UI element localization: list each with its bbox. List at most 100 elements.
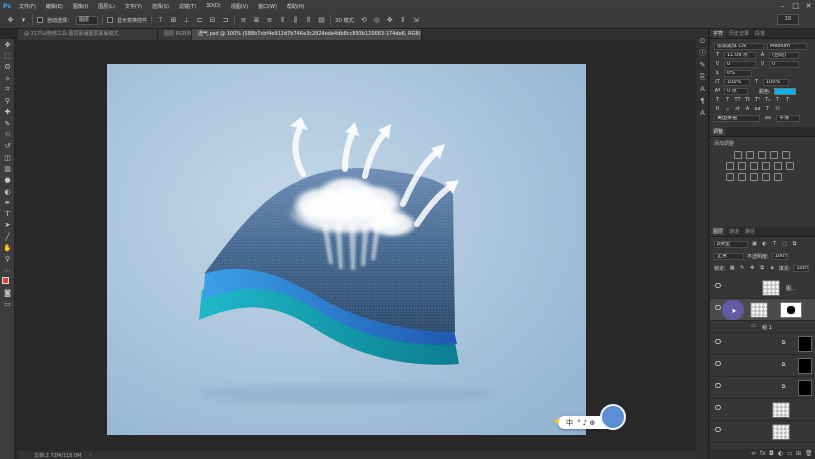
layer-mask-thumbnail[interactable] <box>798 336 812 352</box>
layer-mask-thumbnail[interactable] <box>798 380 812 396</box>
menu-3d[interactable]: 3D(D) <box>201 3 226 9</box>
3d-slide-icon[interactable]: ⇕ <box>398 16 407 25</box>
menu-view[interactable]: 视图(V) <box>226 3 253 10</box>
3d-drag-icon[interactable]: ✥ <box>385 16 394 25</box>
eye-icon[interactable] <box>715 383 721 388</box>
3d-rotate-icon[interactable]: ⟲ <box>359 16 368 25</box>
align-vcenter-icon[interactable]: ⊞ <box>169 16 178 25</box>
auto-align-icon[interactable]: ▤ <box>317 16 326 25</box>
layer-filter-select[interactable]: ρ类型 <box>714 241 748 248</box>
anti-alias-select[interactable]: 平滑 <box>776 115 800 122</box>
alternates-icon[interactable]: A <box>744 106 751 113</box>
new-group-icon[interactable]: ▭ <box>787 451 793 457</box>
align-top-icon[interactable]: ⊤ <box>156 16 165 25</box>
kerning-field[interactable]: 0 <box>724 61 756 68</box>
layer-row[interactable]: ⧉ <box>710 377 815 399</box>
lock-transparent-icon[interactable]: ▦ <box>729 265 736 272</box>
fill-field[interactable]: 100% <box>793 265 810 272</box>
eye-icon[interactable] <box>715 305 721 310</box>
tab-document-1[interactable]: @ 317%(使用工具:图层蒙版图层蒙版模式 <box>18 29 158 40</box>
3d-scale-icon[interactable]: ⇲ <box>411 16 420 25</box>
dodge-tool-icon[interactable]: ◐ <box>0 186 15 197</box>
layer-style-icon[interactable]: fx <box>760 451 766 457</box>
3d-roll-icon[interactable]: ◎ <box>372 16 381 25</box>
path-selection-tool-icon[interactable]: ➤ <box>0 220 15 231</box>
line-tool-icon[interactable]: ╱ <box>0 231 15 242</box>
tab-document-2[interactable]: 图层 RGB/8 * <box>158 29 192 40</box>
strikethrough-icon[interactable]: T <box>784 97 791 104</box>
layer-row-selected[interactable]: ➤ <box>710 299 815 321</box>
posterize-icon[interactable] <box>738 173 746 181</box>
tab-paragraph[interactable]: 段落 <box>752 29 768 38</box>
more-tools-icon[interactable]: ⋯ <box>0 265 15 276</box>
ime-symbols[interactable]: ° ♪ ⊕ <box>577 419 595 427</box>
font-family-select[interactable]: 思源黑体 CN <box>714 43 764 50</box>
subscript-icon[interactable]: T₁ <box>764 97 771 104</box>
baseline-scale-field[interactable]: 0% <box>724 70 752 77</box>
layer-mask-thumbnail[interactable] <box>798 358 812 374</box>
superscript-icon[interactable]: T¹ <box>754 97 761 104</box>
menu-select[interactable]: 选择(S) <box>147 3 174 10</box>
distribute-left-icon[interactable]: ⫴ <box>278 16 287 25</box>
vertical-scale-field[interactable]: 100% <box>724 79 750 86</box>
hue-saturation-icon[interactable] <box>726 162 734 170</box>
filter-shape-icon[interactable]: ▢ <box>781 241 788 248</box>
menu-help[interactable]: 帮助(H) <box>282 3 310 10</box>
language-select[interactable]: 美国英语 <box>714 115 760 122</box>
menu-filter[interactable]: 滤镜(T) <box>174 3 201 10</box>
new-layer-icon[interactable]: ⊞ <box>796 451 802 457</box>
ime-language[interactable]: 中 <box>566 418 573 428</box>
screen-mode-icon[interactable]: ▭ <box>0 299 15 310</box>
photo-filter-icon[interactable] <box>762 162 770 170</box>
lock-all-icon[interactable]: 🔒︎ <box>769 265 776 272</box>
tracking-field[interactable]: 0 <box>769 61 799 68</box>
zoom-tool-icon[interactable]: ⚲ <box>0 254 15 265</box>
document-canvas[interactable] <box>107 64 586 435</box>
lasso-tool-icon[interactable]: ʘ <box>0 62 15 73</box>
new-adjustment-icon[interactable]: ◐ <box>778 451 784 457</box>
tab-paths[interactable]: 路径 <box>742 227 758 236</box>
selective-color-icon[interactable] <box>774 173 782 181</box>
layer-row[interactable]: ⧉ <box>710 333 815 355</box>
distribute-bottom-icon[interactable]: ≡ <box>265 16 274 25</box>
text-color-swatch[interactable] <box>773 88 796 95</box>
close-icon[interactable]: ✕ <box>802 0 815 12</box>
swash-icon[interactable]: st <box>734 106 741 113</box>
paragraph-icon[interactable]: ¶ <box>696 95 709 107</box>
history-brush-tool-icon[interactable]: ↺ <box>0 141 15 152</box>
clone-source-icon[interactable]: ⎘ <box>696 71 709 83</box>
auto-select-checkbox[interactable] <box>37 17 43 23</box>
crop-tool-icon[interactable]: ⌗ <box>0 84 15 95</box>
menu-file[interactable]: 文件(F) <box>14 3 41 10</box>
tab-document-active[interactable]: 透气.psd @ 100% (588b7cbf4e912d7b746a3c292… <box>192 29 422 40</box>
add-mask-icon[interactable]: ◘ <box>769 451 775 457</box>
lock-artboard-icon[interactable]: ⧉ <box>759 265 766 272</box>
marquee-tool-icon[interactable]: ⬚ <box>0 50 15 61</box>
filter-pixel-icon[interactable]: ▣ <box>751 241 758 248</box>
layer-group-row[interactable]: ▭ 组 1 <box>710 321 815 333</box>
move-tool-icon[interactable]: ✥ <box>6 16 15 25</box>
tab-channels[interactable]: 通道 <box>726 227 742 236</box>
show-transform-checkbox[interactable] <box>107 17 114 23</box>
ligature-icon[interactable]: fi <box>714 106 721 113</box>
eye-icon[interactable] <box>715 283 721 288</box>
font-style-select[interactable]: Medium <box>767 43 807 50</box>
magic-wand-tool-icon[interactable]: ✧ <box>0 73 15 84</box>
distribute-right-icon[interactable]: ⫴ <box>304 16 313 25</box>
underline-icon[interactable]: T <box>774 97 781 104</box>
layer-row[interactable]: 图... <box>710 277 815 299</box>
lock-pixels-icon[interactable]: ✎ <box>739 265 746 272</box>
auto-select-dropdown[interactable]: 图层 <box>76 15 99 25</box>
eye-icon[interactable] <box>715 339 721 344</box>
eye-icon[interactable] <box>715 405 721 410</box>
layer-row[interactable] <box>710 421 815 443</box>
align-hcenter-icon[interactable]: ⊟ <box>208 16 217 25</box>
ime-mascot-icon[interactable] <box>600 404 626 430</box>
healing-brush-tool-icon[interactable]: ✚ <box>0 107 15 118</box>
filter-adjustment-icon[interactable]: ◐ <box>761 241 768 248</box>
glyphs-icon[interactable]: Ȧ <box>696 107 709 119</box>
properties-icon[interactable]: ⓘ <box>696 47 709 59</box>
workspace-switcher[interactable]: 3D <box>777 14 799 25</box>
menu-window[interactable]: 窗口(W) <box>253 3 282 10</box>
align-bottom-icon[interactable]: ⊥ <box>182 16 191 25</box>
